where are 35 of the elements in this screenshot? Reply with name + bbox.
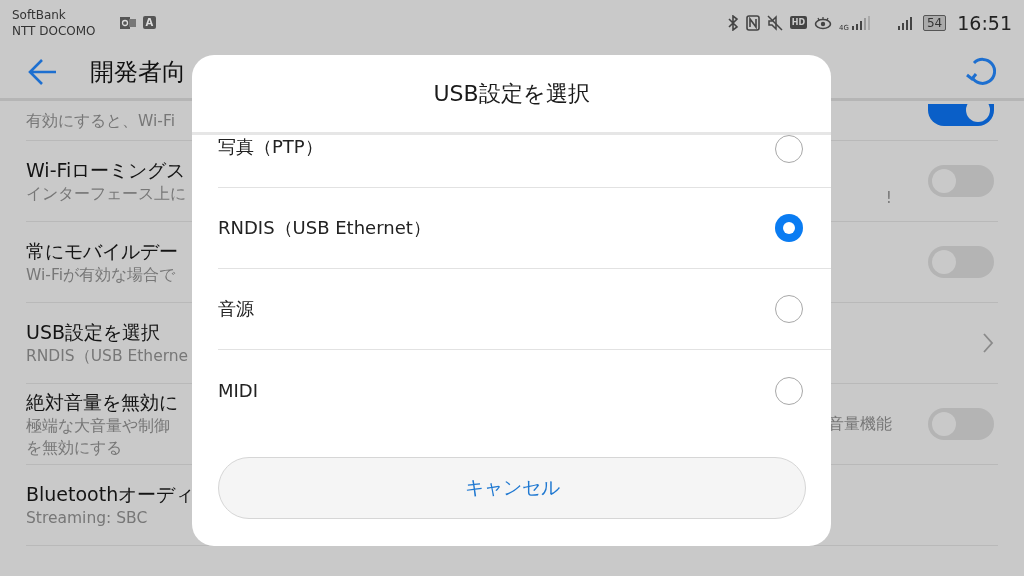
cancel-button[interactable]: キャンセル bbox=[218, 457, 806, 519]
setting-description: を無効にする bbox=[26, 438, 123, 459]
hd-voice-icon: HD bbox=[789, 16, 808, 29]
nfc-icon bbox=[745, 14, 760, 31]
radio-button[interactable] bbox=[775, 214, 803, 242]
signal-icon bbox=[849, 15, 872, 30]
option-label: MIDI bbox=[218, 380, 259, 401]
page-title: 開発者向 bbox=[90, 56, 186, 88]
option-label: 写真（PTP） bbox=[218, 135, 324, 159]
mail-app-icon bbox=[119, 15, 136, 30]
setting-description: 有効にすると、Wi-Fi bbox=[26, 111, 176, 132]
option-label: 音源 bbox=[218, 297, 255, 321]
setting-title: Wi-Fiローミングス bbox=[26, 158, 187, 183]
app-notification-icon: A bbox=[142, 16, 157, 29]
clock-time: 16:51 bbox=[957, 11, 1012, 34]
chevron-right-icon bbox=[982, 332, 994, 354]
setting-title: Bluetoothオーディ bbox=[26, 482, 196, 507]
eye-icon bbox=[814, 15, 833, 30]
toggle-switch[interactable] bbox=[928, 104, 994, 126]
setting-description: インターフェース上に bbox=[26, 184, 187, 205]
carrier-name: SoftBank bbox=[12, 6, 67, 23]
bluetooth-icon bbox=[726, 14, 739, 31]
setting-description: 極端な大音量や制御 bbox=[26, 416, 171, 437]
setting-description: RNDIS（USB Etherne bbox=[26, 346, 190, 367]
mute-icon bbox=[766, 14, 783, 31]
setting-description: Streaming: SBC bbox=[26, 508, 149, 529]
setting-title: 常にモバイルデー bbox=[26, 239, 179, 264]
setting-description: Wi-Fiが有効な場合で bbox=[26, 265, 176, 286]
setting-title: USB設定を選択 bbox=[26, 320, 161, 345]
setting-title: 絶対音量を無効に bbox=[26, 390, 179, 415]
option-label: RNDIS（USB Ethernet） bbox=[218, 216, 432, 240]
carrier-name: NTT DOCOMO bbox=[12, 22, 96, 39]
battery-level: 54 bbox=[922, 14, 947, 31]
setting-description: ! bbox=[885, 189, 892, 207]
dialog-title: USB設定を選択 bbox=[433, 79, 590, 108]
